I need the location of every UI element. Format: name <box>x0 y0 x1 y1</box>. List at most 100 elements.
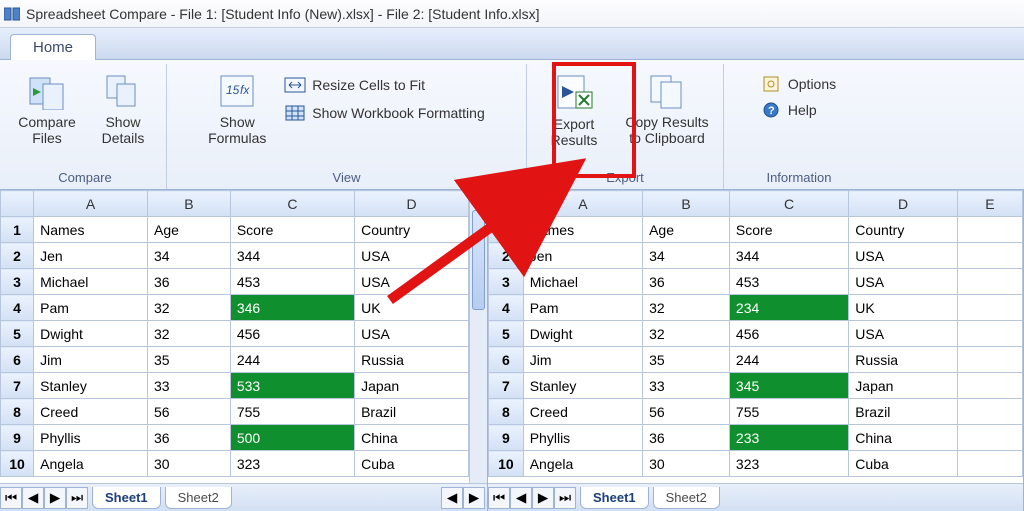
hscroll-left[interactable]: ◀ <box>441 487 463 509</box>
sheet-tab-1[interactable]: Sheet1 <box>92 487 161 509</box>
cell[interactable]: 344 <box>729 243 848 269</box>
hscroll-right[interactable]: ▶ <box>463 487 485 509</box>
cell[interactable]: 345 <box>729 373 848 399</box>
col-header[interactable]: E <box>957 191 1022 217</box>
cell[interactable]: 32 <box>643 295 730 321</box>
row-header[interactable]: 4 <box>1 295 34 321</box>
copy-results-button[interactable]: Copy Results to Clipboard <box>619 66 715 152</box>
row-header[interactable]: 1 <box>1 217 34 243</box>
row-header[interactable]: 4 <box>489 295 524 321</box>
cell[interactable]: Michael <box>523 269 642 295</box>
cell[interactable]: USA <box>849 269 958 295</box>
row-header[interactable]: 9 <box>1 425 34 451</box>
cell[interactable]: Stanley <box>34 373 148 399</box>
cell[interactable]: Score <box>230 217 354 243</box>
cell[interactable]: Russia <box>355 347 469 373</box>
cell[interactable]: 323 <box>230 451 354 477</box>
cell[interactable]: USA <box>849 321 958 347</box>
sheet-tab-1[interactable]: Sheet1 <box>580 487 649 509</box>
cell[interactable]: 755 <box>230 399 354 425</box>
col-header[interactable]: D <box>849 191 958 217</box>
tab-home[interactable]: Home <box>10 34 96 60</box>
cell[interactable]: 233 <box>729 425 848 451</box>
cell[interactable]: 244 <box>230 347 354 373</box>
cell[interactable]: 32 <box>643 321 730 347</box>
cell[interactable]: Cuba <box>849 451 958 477</box>
col-header[interactable]: C <box>230 191 354 217</box>
cell[interactable]: Country <box>355 217 469 243</box>
row-header[interactable]: 6 <box>1 347 34 373</box>
cell[interactable]: Creed <box>523 399 642 425</box>
cell[interactable]: Names <box>523 217 642 243</box>
sheet-nav-next[interactable]: ▶ <box>532 487 554 509</box>
row-header[interactable]: 1 <box>489 217 524 243</box>
cell[interactable]: Age <box>148 217 231 243</box>
col-header[interactable]: D <box>355 191 469 217</box>
row-header[interactable]: 2 <box>489 243 524 269</box>
row-header[interactable]: 5 <box>489 321 524 347</box>
cell[interactable]: 533 <box>230 373 354 399</box>
cell[interactable] <box>957 425 1022 451</box>
cell[interactable]: Angela <box>34 451 148 477</box>
options-button[interactable]: Options <box>756 72 842 96</box>
cell[interactable] <box>957 399 1022 425</box>
col-header[interactable]: B <box>148 191 231 217</box>
cell[interactable]: Country <box>849 217 958 243</box>
cell[interactable]: 56 <box>643 399 730 425</box>
row-header[interactable]: 8 <box>489 399 524 425</box>
row-header[interactable]: 10 <box>1 451 34 477</box>
sheet-nav-first[interactable]: ⏮ <box>0 487 22 509</box>
cell[interactable]: 453 <box>729 269 848 295</box>
cell[interactable]: 244 <box>729 347 848 373</box>
cell[interactable]: UK <box>849 295 958 321</box>
cell[interactable]: 456 <box>729 321 848 347</box>
compare-files-button[interactable]: Compare Files <box>12 66 82 152</box>
show-details-button[interactable]: Show Details <box>88 66 158 152</box>
cell[interactable]: 34 <box>148 243 231 269</box>
cell[interactable]: China <box>849 425 958 451</box>
col-header[interactable]: A <box>34 191 148 217</box>
cell[interactable]: Phyllis <box>523 425 642 451</box>
grid-file2[interactable]: ABCDE1NamesAgeScoreCountry2Jen34344USA3M… <box>488 190 1023 477</box>
cell[interactable]: 35 <box>643 347 730 373</box>
cell[interactable]: Score <box>729 217 848 243</box>
cell[interactable]: Pam <box>34 295 148 321</box>
row-header[interactable]: 9 <box>489 425 524 451</box>
cell[interactable]: Michael <box>34 269 148 295</box>
cell[interactable]: Creed <box>34 399 148 425</box>
cell[interactable]: Japan <box>849 373 958 399</box>
row-header[interactable]: 2 <box>1 243 34 269</box>
cell[interactable]: 36 <box>148 269 231 295</box>
sheet-nav-first[interactable]: ⏮ <box>488 487 510 509</box>
row-header[interactable]: 8 <box>1 399 34 425</box>
cell[interactable]: Phyllis <box>34 425 148 451</box>
scroll-thumb[interactable] <box>472 210 485 310</box>
cell[interactable]: Jim <box>523 347 642 373</box>
cell[interactable]: 34 <box>643 243 730 269</box>
sheet-nav-last[interactable]: ⏭ <box>66 487 88 509</box>
cell[interactable] <box>957 217 1022 243</box>
cell[interactable]: 35 <box>148 347 231 373</box>
col-header[interactable]: B <box>643 191 730 217</box>
cell[interactable]: Jen <box>523 243 642 269</box>
cell[interactable]: Japan <box>355 373 469 399</box>
show-formulas-button[interactable]: 15fx Show Formulas <box>202 66 272 152</box>
cell[interactable]: Dwight <box>34 321 148 347</box>
row-header[interactable]: 7 <box>489 373 524 399</box>
export-results-button[interactable]: Export Results <box>535 66 613 154</box>
row-header[interactable]: 5 <box>1 321 34 347</box>
cell[interactable] <box>957 451 1022 477</box>
cell[interactable] <box>957 373 1022 399</box>
row-header[interactable]: 3 <box>1 269 34 295</box>
cell[interactable]: 36 <box>643 269 730 295</box>
cell[interactable] <box>957 243 1022 269</box>
cell[interactable]: USA <box>355 243 469 269</box>
cell[interactable]: China <box>355 425 469 451</box>
sheet-nav-prev[interactable]: ◀ <box>510 487 532 509</box>
cell[interactable]: Pam <box>523 295 642 321</box>
cell[interactable]: Russia <box>849 347 958 373</box>
corner-cell[interactable] <box>1 191 34 217</box>
grid-file1[interactable]: ABCD1NamesAgeScoreCountry2Jen34344USA3Mi… <box>0 190 469 477</box>
cell[interactable]: Stanley <box>523 373 642 399</box>
sheet-tab-2[interactable]: Sheet2 <box>165 487 232 509</box>
